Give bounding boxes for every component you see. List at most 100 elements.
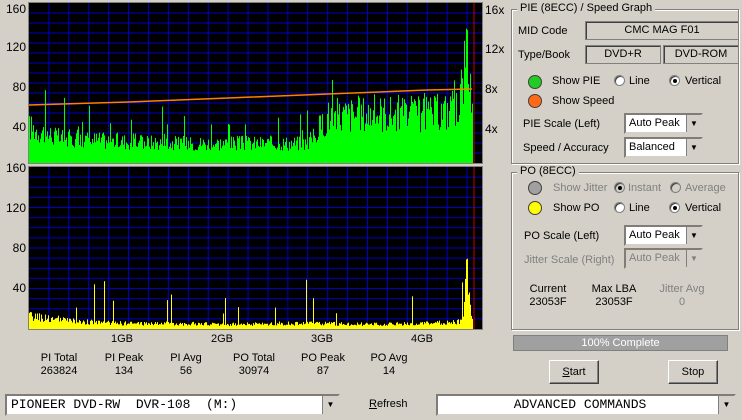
data-bar	[357, 107, 358, 163]
pie-vertical-radio[interactable]	[669, 75, 680, 86]
data-bar	[332, 79, 333, 163]
data-bar	[408, 118, 409, 163]
start-button[interactable]: Start	[549, 360, 599, 384]
data-bar	[61, 134, 62, 163]
data-bar	[448, 322, 449, 329]
data-bar	[119, 146, 120, 163]
data-bar	[149, 323, 150, 329]
data-bar	[40, 138, 41, 163]
data-bar	[366, 322, 367, 329]
data-bar	[434, 323, 435, 329]
po-vertical-label[interactable]: Vertical	[685, 202, 721, 214]
data-bar	[39, 142, 40, 163]
data-bar	[157, 141, 158, 163]
chevron-down-icon[interactable]: ▼	[686, 227, 701, 244]
data-bar	[96, 320, 97, 329]
po-scale-select[interactable]: Auto Peak ▼	[624, 225, 703, 246]
chevron-down-icon[interactable]: ▼	[686, 115, 701, 132]
pie-color-icon[interactable]	[528, 75, 542, 89]
data-bar	[174, 144, 175, 163]
data-bar	[433, 124, 434, 163]
show-po-label[interactable]: Show PO	[553, 202, 599, 214]
data-bar	[61, 321, 62, 329]
data-bar	[229, 326, 230, 329]
data-bar	[221, 324, 222, 329]
data-bar	[31, 312, 32, 329]
stat-value: 30974	[238, 365, 270, 377]
data-bar	[286, 137, 287, 163]
data-bar	[258, 323, 259, 329]
drive-select[interactable]: PIONEER DVD-RW DVR-108 (M:) ▼	[5, 394, 340, 416]
data-bar	[427, 321, 428, 329]
data-bar	[187, 149, 188, 163]
max-lba-label: Max LBA	[591, 283, 637, 295]
data-bar	[52, 317, 53, 329]
stop-button[interactable]: Stop	[668, 360, 718, 384]
data-bar	[467, 30, 468, 163]
data-bar	[384, 98, 385, 163]
data-bar	[405, 323, 406, 329]
data-bar	[300, 324, 301, 329]
po-line-radio[interactable]	[614, 202, 625, 213]
data-bar	[161, 322, 162, 329]
data-bar	[135, 323, 136, 329]
data-bar	[402, 97, 403, 163]
po-color-icon[interactable]	[528, 201, 542, 215]
data-bar	[145, 146, 146, 163]
mid-code-label: MID Code	[518, 25, 568, 37]
data-bar	[321, 325, 322, 329]
pie-line-radio[interactable]	[614, 75, 625, 86]
data-bar	[47, 318, 48, 329]
stat-value: 56	[179, 365, 193, 377]
data-bar	[296, 321, 297, 329]
data-bar	[365, 323, 366, 329]
pie-line-label[interactable]: Line	[629, 75, 650, 87]
data-bar	[275, 307, 276, 329]
data-bar	[389, 322, 390, 329]
chevron-down-icon[interactable]: ▼	[322, 396, 338, 414]
data-bar	[84, 141, 85, 163]
data-bar	[169, 323, 170, 329]
data-bar	[385, 113, 386, 163]
data-bar	[289, 324, 290, 329]
data-bar	[360, 324, 361, 329]
data-bar	[101, 137, 102, 163]
data-bar	[248, 324, 249, 329]
data-bar	[290, 148, 291, 163]
data-bar	[134, 323, 135, 329]
po-line-label[interactable]: Line	[629, 202, 650, 214]
data-bar	[453, 320, 454, 329]
data-bar	[111, 322, 112, 329]
data-bar	[275, 147, 276, 163]
data-bar	[367, 123, 368, 163]
data-bar	[242, 324, 243, 329]
data-bar	[391, 118, 392, 163]
pie-vertical-label[interactable]: Vertical	[685, 75, 721, 87]
chevron-down-icon[interactable]: ▼	[718, 396, 734, 414]
data-bar	[424, 321, 425, 329]
data-bar	[247, 322, 248, 329]
progress-bar: 100% Complete	[513, 335, 728, 351]
data-bar	[103, 321, 104, 329]
data-bar	[362, 116, 363, 163]
refresh-button[interactable]: Refresh	[369, 398, 408, 410]
chevron-down-icon[interactable]: ▼	[686, 139, 701, 156]
data-bar	[268, 325, 269, 329]
data-bar	[154, 323, 155, 329]
data-bar	[450, 323, 451, 329]
commands-select[interactable]: ADVANCED COMMANDS ▼	[436, 394, 736, 416]
data-bar	[337, 325, 338, 329]
data-bar	[213, 144, 214, 163]
data-bar	[170, 322, 171, 329]
show-speed-label[interactable]: Show Speed	[552, 95, 614, 107]
data-bar	[91, 319, 92, 329]
speed-accuracy-select[interactable]: Balanced ▼	[624, 137, 703, 158]
speed-color-icon[interactable]	[528, 94, 542, 108]
pie-scale-select[interactable]: Auto Peak ▼	[624, 113, 703, 134]
data-bar	[378, 123, 379, 163]
po-vertical-radio[interactable]	[669, 202, 680, 213]
show-pie-label[interactable]: Show PIE	[552, 75, 600, 87]
data-bar	[350, 131, 351, 163]
data-bar	[34, 318, 35, 329]
data-bar	[184, 116, 185, 163]
